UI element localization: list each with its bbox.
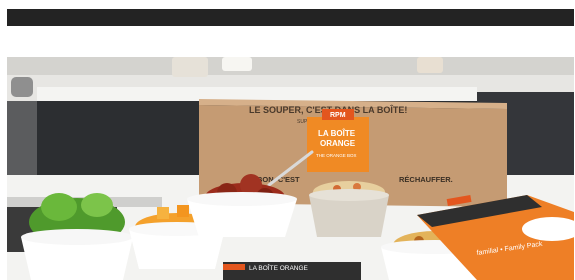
rice-bowl: [309, 181, 389, 237]
hero-image: LE SOUPER, C'EST DANS LA BOÎTE! SUPPER I…: [7, 57, 574, 280]
box-label-line1: LA BOÎTE: [318, 129, 356, 138]
box-label-line3: THE ORANGE BOX: [316, 153, 357, 158]
box-side-text-right: RÉCHAUFFER.: [399, 175, 453, 184]
menu-card-title: LA BOÎTE ORANGE: [249, 263, 309, 272]
box-logo-text: RPM: [330, 112, 346, 119]
top-dark-bar: [7, 9, 574, 26]
menu-card: LA BOÎTE ORANGE: [223, 262, 361, 280]
box-label-line2: ORANGE: [320, 139, 356, 148]
